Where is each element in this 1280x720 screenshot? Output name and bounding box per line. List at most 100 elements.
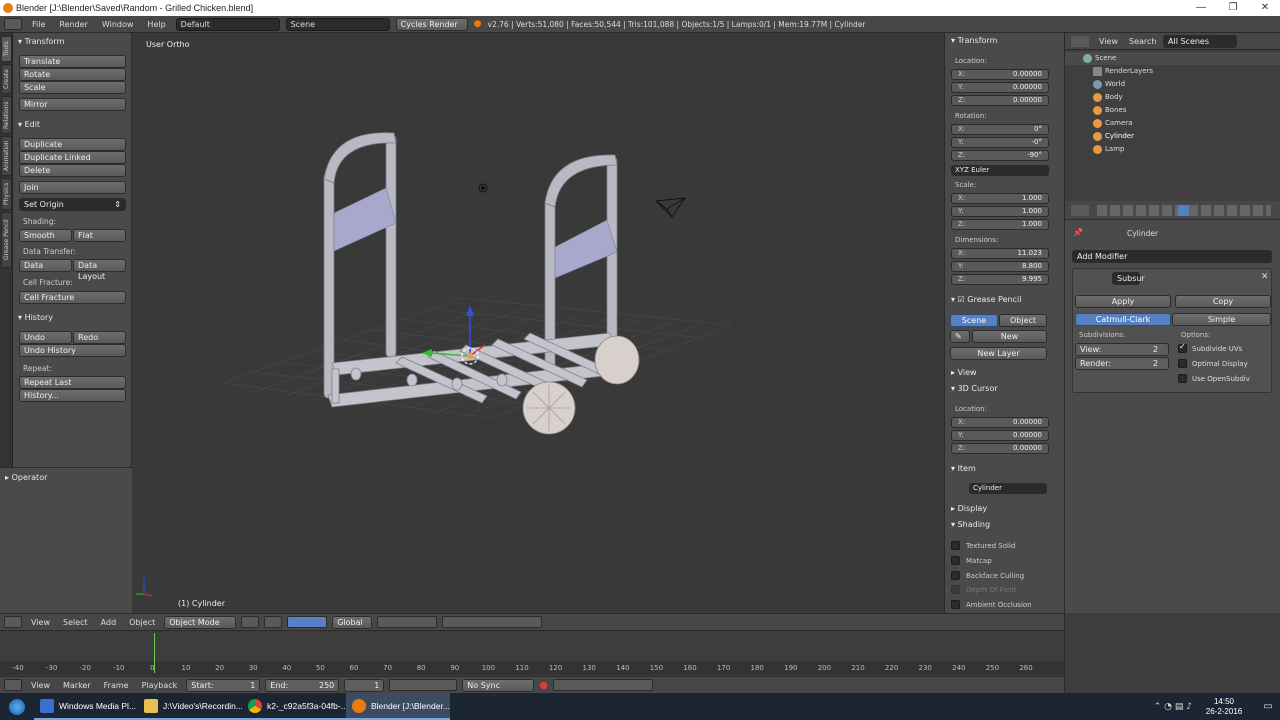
ambient-occlusion-checkbox[interactable] [951, 600, 960, 609]
smooth-button[interactable]: Smooth [19, 229, 72, 242]
menu-render[interactable]: Render [55, 20, 91, 29]
notifications-icon[interactable]: ▭ [1256, 701, 1280, 712]
outliner-row-bones[interactable]: Bones [1065, 104, 1280, 117]
editor-type-icon[interactable] [4, 616, 22, 628]
gp-new-layer-button[interactable]: New Layer [950, 347, 1047, 360]
transform-panel-header[interactable]: ▾ Transform [18, 37, 64, 46]
menu-help[interactable]: Help [143, 20, 169, 29]
snap-icon[interactable] [442, 616, 543, 628]
maximize-button[interactable]: ❐ [1218, 0, 1248, 16]
mirror-button[interactable]: Mirror [19, 98, 126, 111]
manipulator-icon[interactable] [287, 616, 328, 628]
use-opensubdiv-checkbox[interactable] [1178, 374, 1187, 383]
outliner-editor-icon[interactable] [1071, 36, 1089, 47]
catmull-clark-button[interactable]: Catmull-Clark [1075, 313, 1171, 326]
outliner-row-scene[interactable]: Scene [1065, 52, 1280, 65]
render-engine-select[interactable]: Cycles Render [395, 17, 468, 31]
item-panel-header[interactable]: ▾ Item [951, 464, 976, 473]
repeat-last-button[interactable]: Repeat Last [19, 376, 126, 389]
add-modifier-select[interactable]: Add Modifier [1072, 250, 1272, 263]
timeline-editor-icon[interactable] [4, 679, 22, 691]
current-frame-field[interactable]: 1 [344, 678, 385, 692]
3d-cursor-header[interactable]: ▾ 3D Cursor [951, 384, 998, 393]
outliner-row-world[interactable]: World [1065, 78, 1280, 91]
menu-window[interactable]: Window [98, 20, 138, 29]
duplicate-linked-button[interactable]: Duplicate Linked [19, 151, 126, 164]
timeline-menu-frame[interactable]: Frame [100, 681, 133, 690]
history-panel-header[interactable]: ▾ History [18, 313, 53, 322]
info-editor-icon[interactable] [4, 18, 22, 30]
scale-button[interactable]: Scale [19, 81, 126, 94]
3d-viewport[interactable]: User Ortho (1) Cylinder [132, 33, 944, 613]
data-button[interactable]: Data [19, 259, 72, 272]
taskbar-item-media-player[interactable]: Windows Media Pl... [34, 693, 138, 720]
delete-button[interactable]: Delete [19, 164, 126, 177]
history-button[interactable]: History... [19, 389, 126, 402]
dimensions-x-field[interactable]: X: 11.023 [951, 248, 1049, 259]
outliner-row-renderlayers[interactable]: RenderLayers [1065, 65, 1280, 78]
display-panel-header[interactable]: ▸ Display [951, 504, 987, 513]
scale-x-field[interactable]: X: 1.000 [951, 193, 1049, 204]
viewport-scene[interactable] [132, 33, 944, 613]
timeline-menu-view[interactable]: View [27, 681, 54, 690]
tab-tools[interactable]: Tools [1, 36, 12, 62]
outliner-view-menu[interactable]: View [1095, 37, 1122, 46]
cursor-x-field[interactable]: X: 0.00000 [951, 417, 1049, 428]
sync-mode-select[interactable]: No Sync [462, 678, 535, 692]
outliner-row-lamp[interactable]: Lamp [1065, 143, 1280, 156]
tab-animation[interactable]: Animation [1, 136, 12, 176]
subdiv-view-field[interactable]: View: 2 [1075, 343, 1169, 356]
gp-object-button[interactable]: Object [999, 314, 1047, 327]
taskbar-item-chrome[interactable]: k2-_c92a5f3a-04fb-... [242, 693, 346, 720]
outliner-filter-select[interactable]: All Scenes [1163, 35, 1237, 48]
outliner-row-cylinder[interactable]: Cylinder [1065, 130, 1280, 143]
gp-scene-button[interactable]: Scene [950, 314, 998, 327]
operator-panel-header[interactable]: ▸ Operator [5, 473, 47, 482]
vp-menu-add[interactable]: Add [97, 618, 121, 627]
simple-button[interactable]: Simple [1172, 313, 1271, 326]
rotation-x-field[interactable]: X: 0° [951, 124, 1049, 135]
tab-physics[interactable]: Physics [1, 178, 12, 210]
cursor-z-field[interactable]: Z: 0.00000 [951, 443, 1049, 454]
playback-controls-icon[interactable] [389, 679, 458, 691]
tab-create[interactable]: Create [1, 64, 12, 94]
flat-button[interactable]: Flat [73, 229, 126, 242]
layers-icon[interactable] [377, 616, 438, 628]
pivot-point-icon[interactable] [264, 616, 283, 628]
rotation-z-field[interactable]: Z: -90° [951, 150, 1049, 161]
outliner-row-camera[interactable]: Camera [1065, 117, 1280, 130]
vp-menu-view[interactable]: View [27, 618, 54, 627]
clock[interactable]: 14:50 26-2-2016 [1192, 697, 1256, 717]
subdiv-render-field[interactable]: Render: 2 [1075, 357, 1169, 370]
location-z-field[interactable]: Z: 0.00000 [951, 95, 1049, 106]
start-frame-field[interactable]: Start: 1 [186, 678, 261, 692]
location-x-field[interactable]: X: 0.00000 [951, 69, 1049, 80]
rotate-button[interactable]: Rotate [19, 68, 126, 81]
tab-grease-pencil[interactable]: Grease Pencil [1, 212, 12, 268]
item-name-field[interactable]: Cylinder [969, 483, 1047, 494]
cursor-y-field[interactable]: Y: 0.00000 [951, 430, 1049, 441]
minimize-button[interactable]: — [1186, 0, 1216, 16]
scale-y-field[interactable]: Y: 1.000 [951, 206, 1049, 217]
viewport-shading-icon[interactable] [241, 616, 260, 628]
scene-field[interactable]: Scene [285, 17, 390, 31]
rotation-mode-select[interactable]: XYZ Euler [951, 165, 1049, 176]
dimensions-z-field[interactable]: Z: 9.995 [951, 274, 1049, 285]
record-icon[interactable]: ● [539, 680, 548, 691]
taskbar-item-explorer[interactable]: J:\Video's\Recordin... [138, 693, 242, 720]
translate-button[interactable]: Translate [19, 55, 126, 68]
keying-set-field[interactable] [553, 679, 654, 691]
matcap-checkbox[interactable] [951, 556, 960, 565]
screen-layout-field[interactable]: Default [175, 17, 280, 31]
shading-panel-header[interactable]: ▾ Shading [951, 520, 990, 529]
set-origin-select[interactable]: Set Origin ⇕ [19, 198, 126, 211]
textured-solid-checkbox[interactable] [951, 541, 960, 550]
modifier-close-icon[interactable]: ✕ [1261, 272, 1269, 282]
outliner-row-body[interactable]: Body [1065, 91, 1280, 104]
properties-editor-icon[interactable] [1071, 205, 1089, 216]
duplicate-button[interactable]: Duplicate [19, 138, 126, 151]
modifier-tab-icon[interactable] [1178, 205, 1189, 216]
vp-menu-object[interactable]: Object [125, 618, 159, 627]
undo-history-button[interactable]: Undo History [19, 344, 126, 357]
tab-relations[interactable]: Relations [1, 96, 12, 134]
